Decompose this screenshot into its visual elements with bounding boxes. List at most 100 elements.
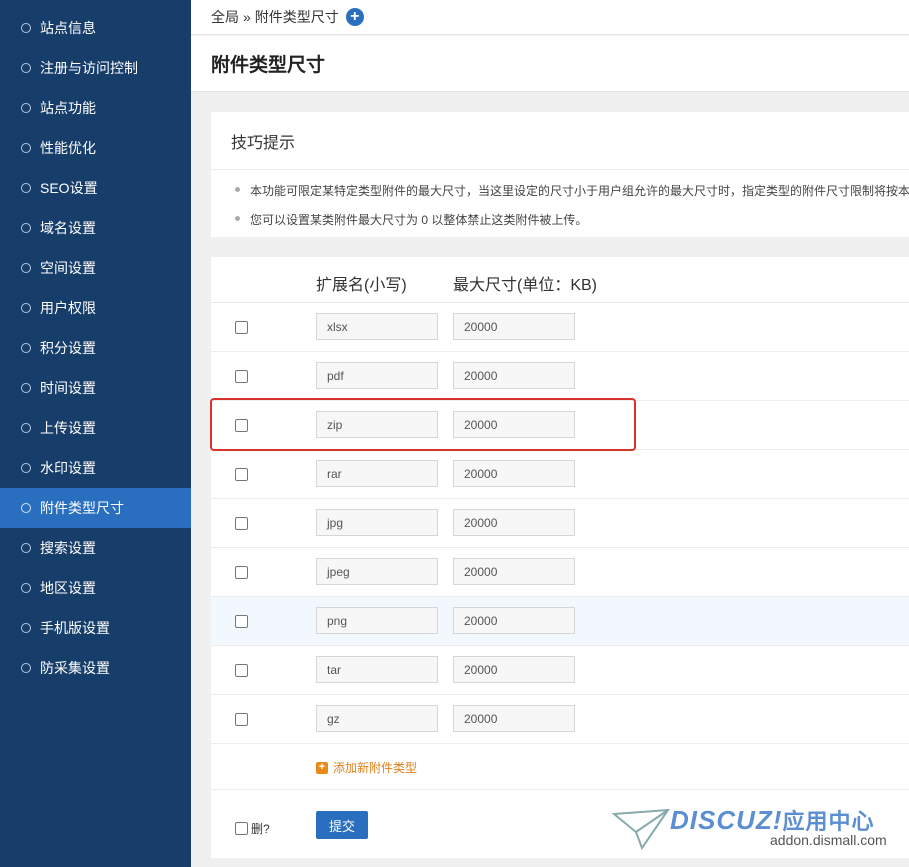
header-extension: 扩展名(小写) [316,277,407,294]
max-size-input[interactable]: 20000 [453,656,575,683]
plus-circle-icon[interactable]: + [345,8,364,26]
sidebar-item-label: 积分设置 [40,340,96,356]
max-size-input[interactable]: 20000 [453,362,575,389]
delete-toggle[interactable]: 删? [235,820,270,837]
sidebar-item-label: SEO设置 [40,180,98,196]
max-size-input[interactable]: 20000 [453,460,575,487]
max-size-input[interactable]: 20000 [453,558,575,585]
watermark-brand-text: DISCUZ! [670,805,783,835]
header-max-size: 最大尺寸(单位：KB) [453,277,598,294]
sidebar-item-register-access[interactable]: 注册与访问控制 [0,48,191,88]
table-row: gz 20000 [211,695,909,744]
extension-input[interactable]: zip [316,411,438,438]
sidebar-item-label: 域名设置 [40,220,96,236]
row-checkbox[interactable] [235,664,248,677]
breadcrumb-current: 附件类型尺寸 [254,9,339,25]
table-row: tar 20000 [211,646,909,695]
extension-input[interactable]: jpg [316,509,438,536]
sidebar-item-mobile[interactable]: 手机版设置 [0,608,191,648]
delete-checkbox[interactable] [235,822,248,835]
sidebar-item-space[interactable]: 空间设置 [0,248,191,288]
circle-icon [21,63,31,73]
add-link-label: 添加新附件类型 [333,761,418,775]
sidebar-item-label: 站点信息 [40,20,96,36]
max-size-input[interactable]: 20000 [453,313,575,340]
extension-input[interactable]: tar [316,656,438,683]
sidebar-item-site-features[interactable]: 站点功能 [0,88,191,128]
sidebar-item-seo[interactable]: SEO设置 [0,168,191,208]
sidebar-item-label: 水印设置 [40,460,96,476]
row-checkbox[interactable] [235,370,248,383]
attachment-type-table: 扩展名(小写) 最大尺寸(单位：KB) xlsx 20000 pdf 20000… [211,257,909,858]
extension-input[interactable]: rar [316,460,438,487]
sidebar-item-label: 地区设置 [40,580,96,596]
circle-icon [21,23,31,33]
sidebar-item-site-info[interactable]: 站点信息 [0,8,191,48]
table-row: png 20000 [211,597,909,646]
sidebar-item-domain[interactable]: 域名设置 [0,208,191,248]
sidebar-item-upload[interactable]: 上传设置 [0,408,191,448]
sidebar-item-anti-scrape[interactable]: 防采集设置 [0,648,191,688]
sidebar-item-label: 用户权限 [40,300,96,316]
max-size-input[interactable]: 20000 [453,705,575,732]
delete-label: 删? [251,822,270,836]
row-checkbox[interactable] [235,419,248,432]
sidebar-item-label: 注册与访问控制 [40,60,138,76]
sidebar-item-label: 附件类型尺寸 [40,500,124,516]
circle-icon [21,183,31,193]
row-checkbox[interactable] [235,321,248,334]
sidebar: 站点信息 注册与访问控制 站点功能 性能优化 SEO设置 域名设置 空间设置 用… [0,0,191,867]
table-row: zip 20000 [211,401,909,450]
extension-input[interactable]: pdf [316,362,438,389]
table-row: rar 20000 [211,450,909,499]
max-size-input[interactable]: 20000 [453,607,575,634]
breadcrumb-root[interactable]: 全局 [211,7,239,27]
breadcrumb-separator: » [243,9,251,25]
sidebar-item-region[interactable]: 地区设置 [0,568,191,608]
sidebar-item-attachment-types[interactable]: 附件类型尺寸 [0,488,191,528]
circle-icon [21,303,31,313]
page-title: 附件类型尺寸 [211,55,326,76]
tips-box: 技巧提示 本功能可限定某特定类型附件的最大尺寸，当这里设定的尺寸小于用户组允许的… [211,112,909,237]
row-checkbox[interactable] [235,517,248,530]
watermark-brand-cn: 应用中心 [782,809,875,834]
sidebar-item-label: 空间设置 [40,260,96,276]
tips-title: 技巧提示 [211,112,909,170]
sidebar-item-search[interactable]: 搜索设置 [0,528,191,568]
sidebar-item-label: 防采集设置 [40,660,110,676]
breadcrumb: 全局 » 附件类型尺寸 + [191,0,909,35]
sidebar-item-label: 站点功能 [40,100,96,116]
bullet-icon [235,187,240,193]
max-size-input[interactable]: 20000 [453,411,575,438]
extension-input[interactable]: png [316,607,438,634]
max-size-input[interactable]: 20000 [453,509,575,536]
circle-icon [21,383,31,393]
extension-input[interactable]: xlsx [316,313,438,340]
circle-icon [21,143,31,153]
row-checkbox[interactable] [235,566,248,579]
submit-button[interactable]: 提交 [316,811,368,839]
extension-input[interactable]: gz [316,705,438,732]
circle-icon [21,423,31,433]
row-checkbox[interactable] [235,615,248,628]
sidebar-item-label: 手机版设置 [40,620,110,636]
sidebar-item-time[interactable]: 时间设置 [0,368,191,408]
sidebar-item-user-permissions[interactable]: 用户权限 [0,288,191,328]
sidebar-item-performance[interactable]: 性能优化 [0,128,191,168]
circle-icon [21,623,31,633]
row-checkbox[interactable] [235,468,248,481]
tip-line: 本功能可限定某特定类型附件的最大尺寸，当这里设定的尺寸小于用户组允许的最大尺寸时… [235,182,909,199]
add-attachment-type-link[interactable]: + 添加新附件类型 [316,759,417,776]
circle-icon [21,663,31,673]
plus-square-icon: + [316,761,328,774]
table-header: 扩展名(小写) 最大尺寸(单位：KB) [211,257,909,303]
sidebar-item-watermark[interactable]: 水印设置 [0,448,191,488]
circle-icon [21,223,31,233]
circle-icon [21,263,31,273]
bullet-icon [235,216,240,222]
sidebar-item-label: 搜索设置 [40,540,96,556]
tip-text: 您可以设置某类附件最大尺寸为 0 以整体禁止这类附件被上传。 [250,213,588,227]
extension-input[interactable]: jpeg [316,558,438,585]
row-checkbox[interactable] [235,713,248,726]
sidebar-item-credits[interactable]: 积分设置 [0,328,191,368]
